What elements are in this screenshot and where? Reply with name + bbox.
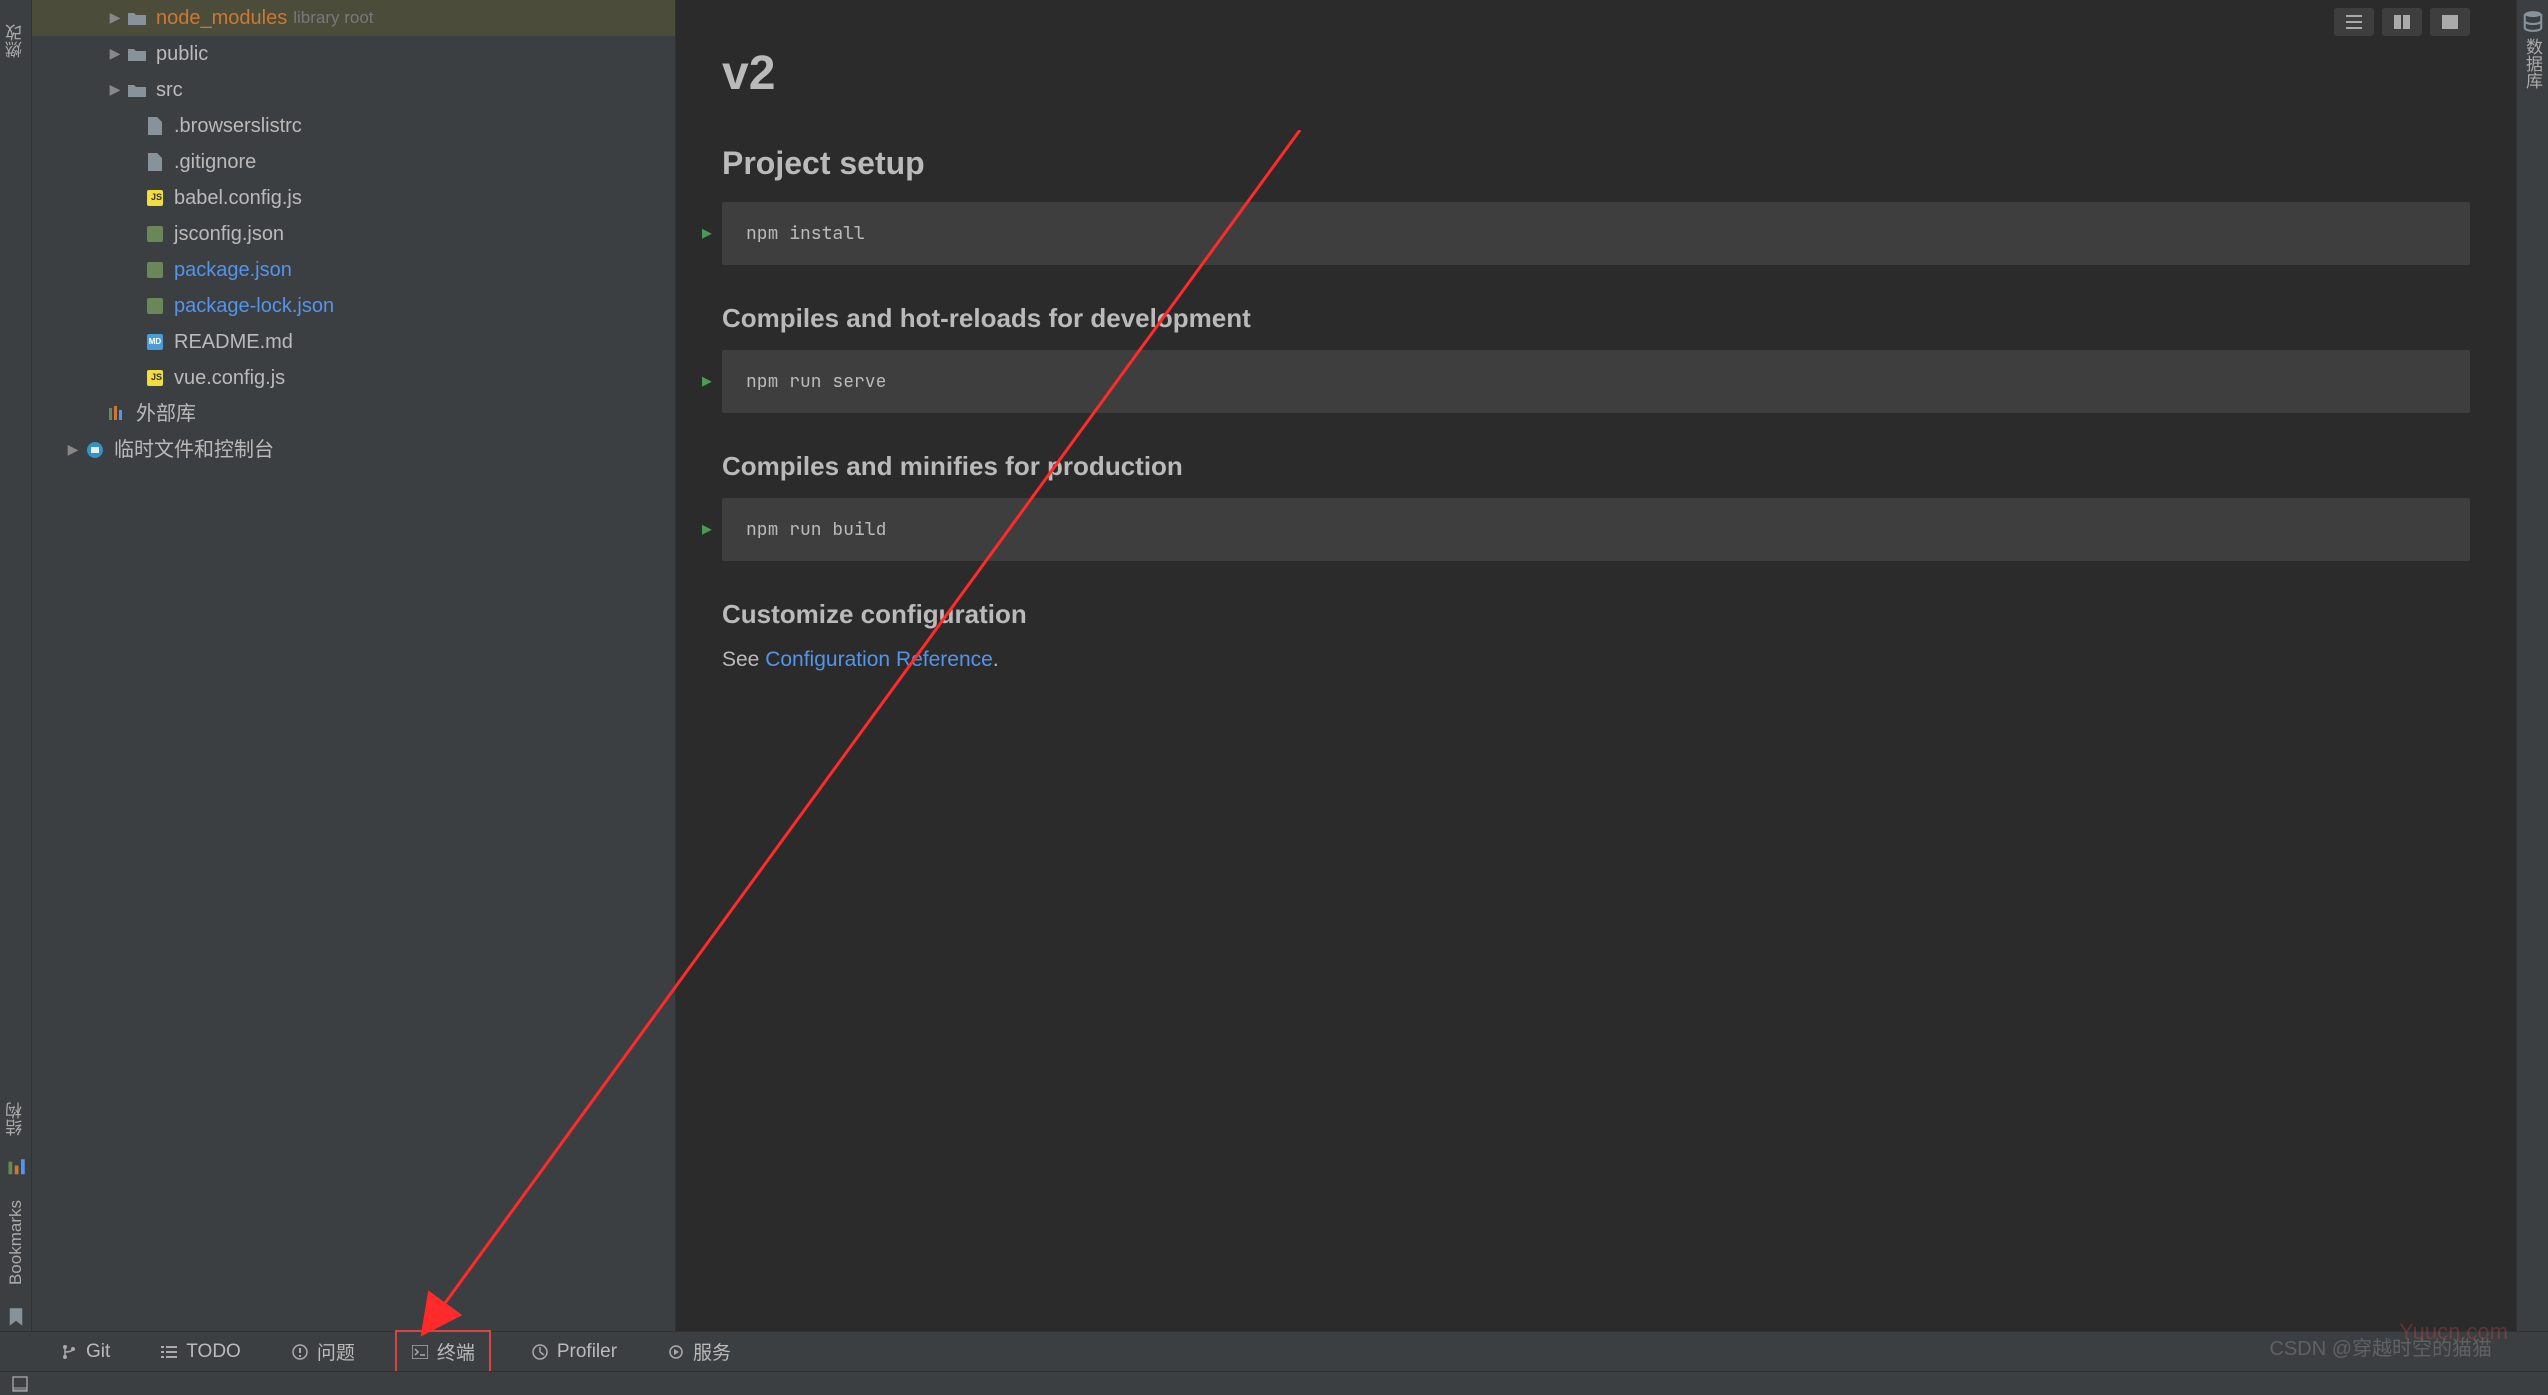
project-tree[interactable]: ▶ node_modules library root ▶ public ▶ s… bbox=[32, 0, 675, 468]
tree-public[interactable]: ▶ public bbox=[32, 36, 675, 72]
label: 服务 bbox=[693, 1338, 731, 1365]
warning-icon bbox=[291, 1343, 309, 1361]
tree-scratches[interactable]: ▶ 临时文件和控制台 bbox=[32, 432, 675, 468]
tree-label: package-lock.json bbox=[174, 288, 334, 324]
label: Profiler bbox=[557, 1341, 617, 1363]
structure-icon bbox=[6, 1158, 26, 1178]
tree-package-json[interactable]: package.json bbox=[32, 252, 675, 288]
heading-prod: Compiles and minifies for production bbox=[722, 451, 2470, 482]
code-text: npm run build bbox=[746, 518, 886, 541]
heading-customize: Customize configuration bbox=[722, 599, 2470, 630]
code-text: npm install bbox=[746, 222, 865, 245]
label: TODO bbox=[186, 1341, 241, 1363]
tree-label: 外部库 bbox=[136, 396, 196, 432]
see-paragraph: See Configuration Reference. bbox=[722, 648, 2470, 672]
bottom-tool-bar: Git TODO 问题 终端 Profiler 服务 bbox=[0, 1331, 2548, 1371]
tree-readme[interactable]: MD README.md bbox=[32, 324, 675, 360]
json-file-icon bbox=[144, 223, 166, 245]
code-text: npm run serve bbox=[746, 370, 886, 393]
preview-toolbar bbox=[2334, 8, 2470, 36]
config-reference-link[interactable]: Configuration Reference bbox=[765, 648, 993, 671]
tree-label: src bbox=[156, 72, 183, 108]
json-file-icon bbox=[144, 259, 166, 281]
bottom-profiler[interactable]: Profiler bbox=[521, 1335, 627, 1369]
bottom-services[interactable]: 服务 bbox=[657, 1332, 741, 1371]
git-branch-icon bbox=[60, 1343, 78, 1361]
project-sidebar: ▶ node_modules library root ▶ public ▶ s… bbox=[32, 0, 676, 1355]
tool-window-icon[interactable] bbox=[12, 1376, 28, 1392]
left-rail-item-1[interactable]: 燃改 bbox=[3, 10, 28, 72]
chevron-right-icon[interactable]: ▶ bbox=[104, 77, 126, 102]
tree-label: public bbox=[156, 36, 208, 72]
tree-label: README.md bbox=[174, 324, 293, 360]
terminal-icon bbox=[411, 1343, 429, 1361]
file-icon bbox=[144, 115, 166, 137]
code-block-install: ▶ npm install bbox=[722, 202, 2470, 265]
run-gutter-icon[interactable]: ▶ bbox=[702, 371, 712, 392]
chevron-right-icon[interactable]: ▶ bbox=[104, 5, 126, 30]
tree-label: 临时文件和控制台 bbox=[114, 432, 274, 468]
view-list-icon[interactable] bbox=[2334, 8, 2374, 36]
bottom-problems[interactable]: 问题 bbox=[281, 1332, 365, 1371]
scratch-icon bbox=[84, 439, 106, 461]
tree-vue-config[interactable]: JS vue.config.js bbox=[32, 360, 675, 396]
code-block-build: ▶ npm run build bbox=[722, 498, 2470, 561]
see-text: See bbox=[722, 648, 765, 671]
heading-dev: Compiles and hot-reloads for development bbox=[722, 303, 2470, 334]
period: . bbox=[993, 648, 999, 671]
file-icon bbox=[144, 151, 166, 173]
json-file-icon bbox=[144, 295, 166, 317]
tree-label: .browserslistrc bbox=[174, 108, 302, 144]
tree-label: .gitignore bbox=[174, 144, 256, 180]
tree-label: package.json bbox=[174, 252, 292, 288]
tree-label: node_modules bbox=[156, 0, 287, 36]
tree-label: babel.config.js bbox=[174, 180, 302, 216]
code-block-serve: ▶ npm run serve bbox=[722, 350, 2470, 413]
tree-note: library root bbox=[293, 3, 373, 34]
right-rail-database[interactable]: 数据库 bbox=[2520, 32, 2545, 95]
chevron-right-icon[interactable]: ▶ bbox=[104, 41, 126, 66]
bottom-git[interactable]: Git bbox=[50, 1335, 120, 1369]
tree-package-lock[interactable]: package-lock.json bbox=[32, 288, 675, 324]
chevron-right-icon[interactable]: ▶ bbox=[62, 437, 84, 462]
tree-jsconfig[interactable]: jsconfig.json bbox=[32, 216, 675, 252]
bookmark-icon bbox=[6, 1307, 26, 1327]
readme-title: v2 bbox=[722, 46, 2470, 101]
markdown-file-icon: MD bbox=[144, 331, 166, 353]
view-split-icon[interactable] bbox=[2382, 8, 2422, 36]
tree-node-modules[interactable]: ▶ node_modules library root bbox=[32, 0, 675, 36]
bottom-todo[interactable]: TODO bbox=[150, 1335, 251, 1369]
tree-browserslist[interactable]: .browserslistrc bbox=[32, 108, 675, 144]
list-icon bbox=[160, 1343, 178, 1361]
left-rail-structure[interactable]: 结构 bbox=[3, 1088, 28, 1150]
tree-label: jsconfig.json bbox=[174, 216, 284, 252]
label: Git bbox=[86, 1341, 110, 1363]
view-preview-icon[interactable] bbox=[2430, 8, 2470, 36]
database-icon[interactable] bbox=[2522, 10, 2544, 32]
tree-label: vue.config.js bbox=[174, 360, 285, 396]
js-file-icon: JS bbox=[144, 367, 166, 389]
status-bar bbox=[0, 1371, 2548, 1395]
right-tool-rail: 数据库 bbox=[2516, 0, 2548, 1355]
bottom-terminal[interactable]: 终端 bbox=[395, 1330, 491, 1373]
play-icon bbox=[667, 1343, 685, 1361]
label: 问题 bbox=[317, 1338, 355, 1365]
tree-babel-config[interactable]: JS babel.config.js bbox=[32, 180, 675, 216]
js-file-icon: JS bbox=[144, 187, 166, 209]
tree-gitignore[interactable]: .gitignore bbox=[32, 144, 675, 180]
tree-external-libs[interactable]: 外部库 bbox=[32, 396, 675, 432]
profiler-icon bbox=[531, 1343, 549, 1361]
heading-setup: Project setup bbox=[722, 145, 2470, 182]
readme-preview: v2 Project setup ▶ npm install Compiles … bbox=[676, 0, 2516, 1355]
left-tool-rail: 燃改 结构 Bookmarks bbox=[0, 0, 32, 1355]
tree-src[interactable]: ▶ src bbox=[32, 72, 675, 108]
library-icon bbox=[106, 403, 128, 425]
label: 终端 bbox=[437, 1338, 475, 1365]
run-gutter-icon[interactable]: ▶ bbox=[702, 519, 712, 540]
left-rail-bookmarks[interactable]: Bookmarks bbox=[6, 1186, 26, 1299]
run-gutter-icon[interactable]: ▶ bbox=[702, 223, 712, 244]
